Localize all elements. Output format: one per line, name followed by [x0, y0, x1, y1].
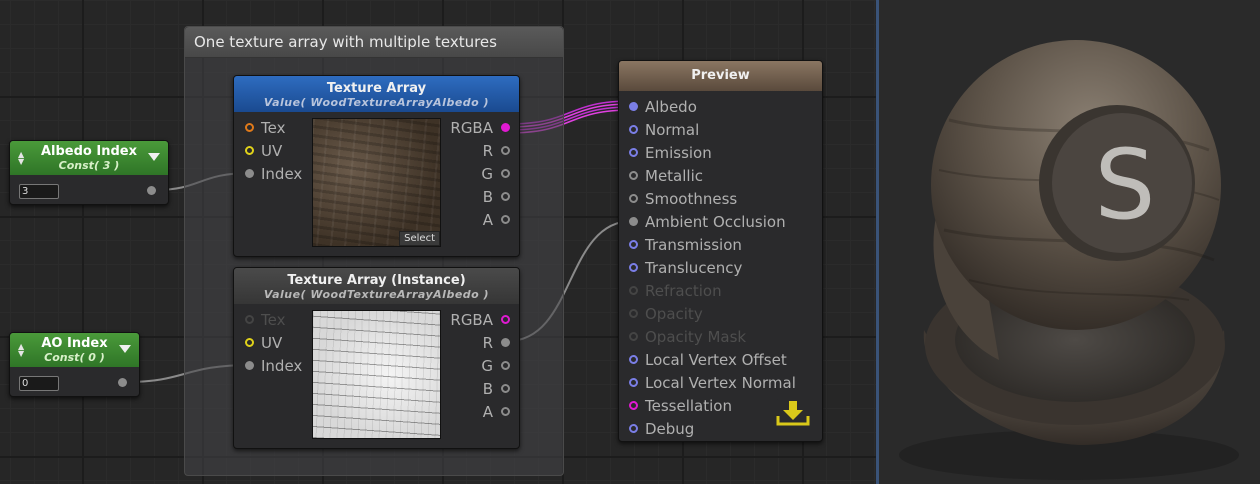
output-pin[interactable] — [147, 186, 156, 195]
preview-header[interactable]: Preview — [619, 61, 822, 91]
input-pin-normal[interactable] — [629, 125, 638, 134]
input-label-smoothness: Smoothness — [645, 190, 738, 208]
ao-texture-thumbnail[interactable] — [312, 310, 441, 439]
output-label-a: A — [482, 403, 493, 421]
output-label-r: R — [482, 142, 493, 160]
input-label-albedo: Albedo — [645, 98, 697, 116]
preview-shader-ball: S — [899, 40, 1239, 480]
output-pin-r[interactable] — [501, 338, 510, 347]
output-pin-g[interactable] — [501, 361, 510, 370]
input-label-local-vertex-offset: Local Vertex Offset — [645, 351, 787, 369]
input-pin-emission[interactable] — [629, 148, 638, 157]
output-label-g: G — [481, 357, 493, 375]
output-pin-rgba[interactable] — [501, 123, 510, 132]
albedo-index-header[interactable]: ▲ ▼ Albedo Index Const( 3 ) — [10, 141, 168, 175]
output-pin-a[interactable] — [501, 215, 510, 224]
input-label-opacity: Opacity — [645, 305, 703, 323]
up-down-arrows-icon[interactable]: ▲ ▼ — [18, 343, 24, 358]
preview-output-node[interactable]: Preview Albedo Normal Emission Metallic … — [618, 60, 823, 442]
output-label-g: G — [481, 165, 493, 183]
material-preview-viewport[interactable]: S — [879, 0, 1260, 484]
input-pin-refraction[interactable] — [629, 286, 638, 295]
input-pin-smoothness[interactable] — [629, 194, 638, 203]
input-pin-metallic[interactable] — [629, 171, 638, 180]
input-pin-tessellation[interactable] — [629, 401, 638, 410]
input-label-transmission: Transmission — [645, 236, 742, 254]
input-label-tex: Tex — [261, 119, 286, 137]
node-subtitle: Value( WoodTextureArrayAlbedo ) — [263, 288, 490, 301]
ao-index-value-field[interactable]: 0 — [19, 376, 59, 391]
input-pin-local-vertex-offset[interactable] — [629, 355, 638, 364]
node-subtitle: Value( WoodTextureArrayAlbedo ) — [263, 96, 490, 109]
node-subtitle: Const( 3 ) — [58, 159, 120, 172]
input-pin-local-vertex-normal[interactable] — [629, 378, 638, 387]
input-label-normal: Normal — [645, 121, 700, 139]
input-pin-index[interactable] — [245, 361, 254, 370]
albedo-index-value-field[interactable]: 3 — [19, 184, 59, 199]
input-pin-translucency[interactable] — [629, 263, 638, 272]
input-pin-tex[interactable] — [245, 123, 254, 132]
input-label-local-vertex-normal: Local Vertex Normal — [645, 374, 796, 392]
chevron-down-icon[interactable] — [119, 345, 131, 353]
up-down-arrows-icon[interactable]: ▲ ▼ — [18, 151, 24, 166]
input-label-ambient-occlusion: Ambient Occlusion — [645, 213, 786, 231]
texture-array-node[interactable]: Texture Array Value( WoodTextureArrayAlb… — [233, 75, 520, 257]
node-title: Texture Array (Instance) — [287, 273, 466, 288]
output-label-b: B — [482, 380, 493, 398]
output-pin[interactable] — [118, 378, 127, 387]
output-label-r: R — [482, 334, 493, 352]
output-label-rgba: RGBA — [450, 119, 493, 137]
output-label-rgba: RGBA — [450, 311, 493, 329]
output-pin-g[interactable] — [501, 169, 510, 178]
download-icon[interactable] — [774, 398, 812, 430]
input-pin-debug[interactable] — [629, 424, 638, 433]
input-label-emission: Emission — [645, 144, 712, 162]
node-title: Texture Array — [326, 81, 427, 96]
node-title: Albedo Index — [40, 144, 137, 159]
ao-index-header[interactable]: ▲ ▼ AO Index Const( 0 ) — [10, 333, 139, 367]
input-label-uv: UV — [261, 334, 283, 352]
input-pin-albedo[interactable] — [629, 102, 638, 111]
node-title: Preview — [691, 68, 750, 83]
input-pin-opacity[interactable] — [629, 309, 638, 318]
preview-logo-letter: S — [1095, 129, 1156, 241]
input-pin-index[interactable] — [245, 169, 254, 178]
ao-index-node[interactable]: ▲ ▼ AO Index Const( 0 ) 0 — [9, 332, 140, 397]
albedo-texture-thumbnail[interactable]: Select — [312, 118, 441, 247]
chevron-down-icon[interactable] — [148, 153, 160, 161]
texture-array-header[interactable]: Texture Array Value( WoodTextureArrayAlb… — [234, 76, 519, 112]
output-pin-r[interactable] — [501, 146, 510, 155]
output-pin-b[interactable] — [501, 192, 510, 201]
input-pin-opacity-mask[interactable] — [629, 332, 638, 341]
input-label-index: Index — [261, 357, 303, 375]
input-pin-transmission[interactable] — [629, 240, 638, 249]
output-pin-b[interactable] — [501, 384, 510, 393]
texture-array-instance-node[interactable]: Texture Array (Instance) Value( WoodText… — [233, 267, 520, 449]
group-title[interactable]: One texture array with multiple textures — [185, 27, 563, 58]
input-pin-ambient-occlusion[interactable] — [629, 217, 638, 226]
input-label-opacity-mask: Opacity Mask — [645, 328, 747, 346]
input-pin-uv[interactable] — [245, 146, 254, 155]
input-pin-uv[interactable] — [245, 338, 254, 347]
input-label-uv: UV — [261, 142, 283, 160]
input-label-index: Index — [261, 165, 303, 183]
input-label-tex: Tex — [261, 311, 286, 329]
input-label-tessellation: Tessellation — [645, 397, 732, 415]
output-label-a: A — [482, 211, 493, 229]
albedo-index-node[interactable]: ▲ ▼ Albedo Index Const( 3 ) 3 — [9, 140, 169, 205]
output-pin-rgba[interactable] — [501, 315, 510, 324]
input-label-refraction: Refraction — [645, 282, 722, 300]
output-pin-a[interactable] — [501, 407, 510, 416]
output-label-b: B — [482, 188, 493, 206]
texture-array-instance-header[interactable]: Texture Array (Instance) Value( WoodText… — [234, 268, 519, 304]
select-button[interactable]: Select — [399, 231, 440, 246]
input-label-metallic: Metallic — [645, 167, 703, 185]
input-label-translucency: Translucency — [645, 259, 743, 277]
input-pin-tex[interactable] — [245, 315, 254, 324]
input-label-debug: Debug — [645, 420, 695, 438]
